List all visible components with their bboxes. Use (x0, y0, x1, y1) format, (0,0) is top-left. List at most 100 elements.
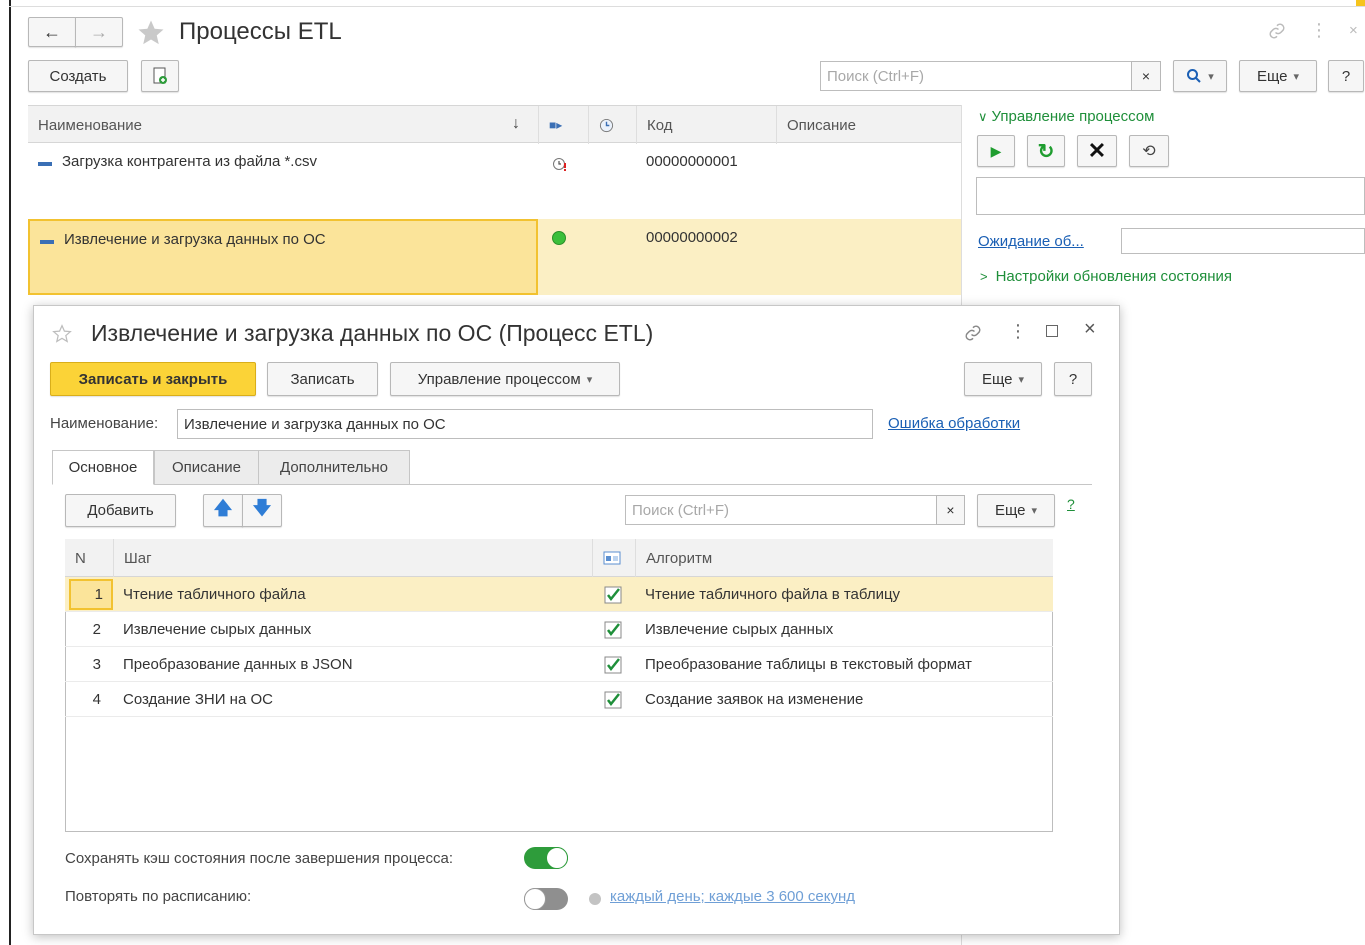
search-input[interactable]: Поиск (Ctrl+F) (820, 61, 1132, 91)
copy-document-button[interactable] (141, 60, 179, 92)
steps-search-input[interactable]: Поиск (Ctrl+F) (625, 495, 937, 525)
column-header-schedule[interactable] (588, 106, 636, 144)
schedule-status-dot-icon (589, 893, 601, 905)
row-algorithm: Преобразование таблицы в текстовый форма… (645, 656, 972, 673)
status-green-dot-icon (552, 231, 566, 245)
tab-main[interactable]: Основное (52, 450, 154, 485)
schedule-link[interactable]: каждый день; каждые 3 600 секунд (610, 888, 855, 905)
window-title: Процессы ETL (179, 18, 342, 45)
table-row[interactable]: 3 Преобразование данных в JSON Преобразо… (65, 647, 1053, 682)
play-icon: ▶ (990, 142, 1002, 159)
table-row[interactable]: Загрузка контрагента из файла *.csv 0000… (28, 143, 962, 219)
table-row[interactable]: 2 Извлечение сырых данных Извлечение сыр… (65, 612, 1053, 647)
tab-description[interactable]: Описание (154, 450, 259, 485)
steps-grid-header: N Шаг Алгоритм (65, 539, 1053, 577)
nav-forward-button[interactable]: → (75, 17, 123, 47)
link-icon[interactable] (962, 322, 984, 344)
refresh-button[interactable]: ↻ (1027, 135, 1065, 167)
row-description (776, 219, 962, 295)
add-step-button[interactable]: Добавить (65, 494, 176, 527)
more-vertical-icon[interactable]: ⋮ (1310, 20, 1328, 41)
refresh-icon: ↻ (1037, 140, 1055, 163)
list-header: Наименование ↓ ■▸ Код Описание (28, 105, 962, 144)
stop-process-button[interactable]: ✕ (1077, 135, 1117, 167)
row-algorithm: Создание заявок на изменение (645, 691, 864, 708)
row-step: Преобразование данных в JSON (123, 656, 353, 673)
more-menu-button[interactable]: Еще (1239, 60, 1317, 92)
more-vertical-icon[interactable]: ⋮ (1009, 321, 1027, 342)
row-number: 4 (92, 691, 101, 708)
maximize-icon[interactable] (1046, 325, 1058, 337)
row-code: 00000000002 (646, 229, 738, 246)
favorite-star-icon[interactable] (134, 16, 168, 50)
chevron-down-icon: ∨ (978, 109, 988, 124)
table-row[interactable]: 4 Создание ЗНИ на ОС Создание заявок на … (65, 682, 1053, 717)
save-and-close-button[interactable]: Записать и закрыть (50, 362, 256, 396)
update-settings-section-toggle[interactable]: > Настройки обновления состояния (980, 268, 1232, 285)
cache-toggle[interactable] (524, 847, 568, 869)
checkmark-icon (604, 621, 622, 639)
row-name: Загрузка контрагента из файла *.csv (62, 153, 317, 170)
create-button[interactable]: Создать (28, 60, 128, 92)
dialog-help-button[interactable]: ? (1054, 362, 1092, 396)
search-clear-button[interactable]: × (1131, 61, 1161, 91)
process-control-dropdown[interactable]: Управление процессом (390, 362, 620, 396)
toggle-knob (546, 847, 568, 869)
start-process-button[interactable]: ▶ (977, 135, 1015, 167)
waiting-link[interactable]: Ожидание об... (978, 233, 1084, 250)
move-down-button[interactable]: 🡇 (242, 494, 282, 527)
column-header-code[interactable]: Код (636, 106, 776, 144)
table-row[interactable]: Извлечение и загрузка данных по ОС 00000… (28, 219, 962, 295)
move-up-button[interactable]: 🡅 (203, 494, 243, 527)
arrow-left-icon: ← (43, 21, 61, 42)
row-algorithm: Извлечение сырых данных (645, 621, 834, 638)
sort-descending-icon[interactable]: ↓ (512, 115, 520, 133)
history-button[interactable]: ⟲ (1129, 135, 1169, 167)
column-header-algorithm[interactable]: Алгоритм (635, 539, 1053, 577)
close-icon[interactable]: × (1349, 22, 1358, 39)
column-header-name[interactable]: Наименование (28, 106, 538, 144)
link-icon[interactable] (1266, 20, 1288, 42)
row-description (776, 143, 962, 219)
steps-search-clear-button[interactable]: × (936, 495, 965, 525)
column-header-check[interactable] (592, 539, 635, 577)
nav-back-button[interactable]: ← (28, 17, 76, 47)
row-step: Извлечение сырых данных (123, 621, 312, 638)
toggle-knob (524, 888, 546, 910)
tab-additional[interactable]: Дополнительно (258, 450, 410, 485)
history-icon: ⟲ (1142, 143, 1156, 160)
process-control-section-toggle[interactable]: ∨ Управление процессом (978, 108, 1154, 125)
corner-accent (1356, 0, 1365, 6)
row-number: 1 (94, 586, 103, 603)
close-icon[interactable]: × (1084, 318, 1096, 341)
name-field[interactable]: Извлечение и загрузка данных по ОС (177, 409, 873, 439)
clock-error-icon (553, 158, 566, 171)
search-options-button[interactable] (1173, 60, 1227, 92)
checkmark-icon (604, 586, 622, 604)
column-header-step[interactable]: Шаг (113, 539, 592, 577)
schedule-toggle[interactable] (524, 888, 568, 910)
row-name: Извлечение и загрузка данных по ОС (64, 231, 326, 248)
arrow-up-icon: 🡅 (213, 497, 233, 518)
steps-help-link[interactable]: ? (1067, 496, 1075, 512)
processing-error-link[interactable]: Ошибка обработки (888, 415, 1020, 432)
arrow-right-icon: → (90, 21, 108, 42)
favorite-star-icon[interactable] (50, 322, 74, 346)
waiting-field[interactable] (1121, 228, 1365, 254)
help-button[interactable]: ? (1328, 60, 1364, 92)
schedule-toggle-label: Повторять по расписанию: (65, 888, 252, 905)
process-state-field[interactable] (976, 177, 1365, 215)
column-header-n[interactable]: N (65, 539, 113, 577)
state-arrow-icon: ■▸ (549, 118, 563, 132)
clock-icon (599, 118, 614, 132)
table-row[interactable]: 1 Чтение табличного файла Чтение табличн… (65, 577, 1053, 612)
checkmark-icon (604, 691, 622, 709)
save-button[interactable]: Записать (267, 362, 378, 396)
row-step: Чтение табличного файла (123, 586, 306, 603)
dialog-more-button[interactable]: Еще (964, 362, 1042, 396)
row-dash-icon (38, 162, 52, 166)
column-header-status[interactable]: ■▸ (538, 106, 588, 144)
steps-more-button[interactable]: Еще (977, 494, 1055, 527)
search-icon (1187, 69, 1201, 83)
column-header-description[interactable]: Описание (776, 106, 962, 144)
